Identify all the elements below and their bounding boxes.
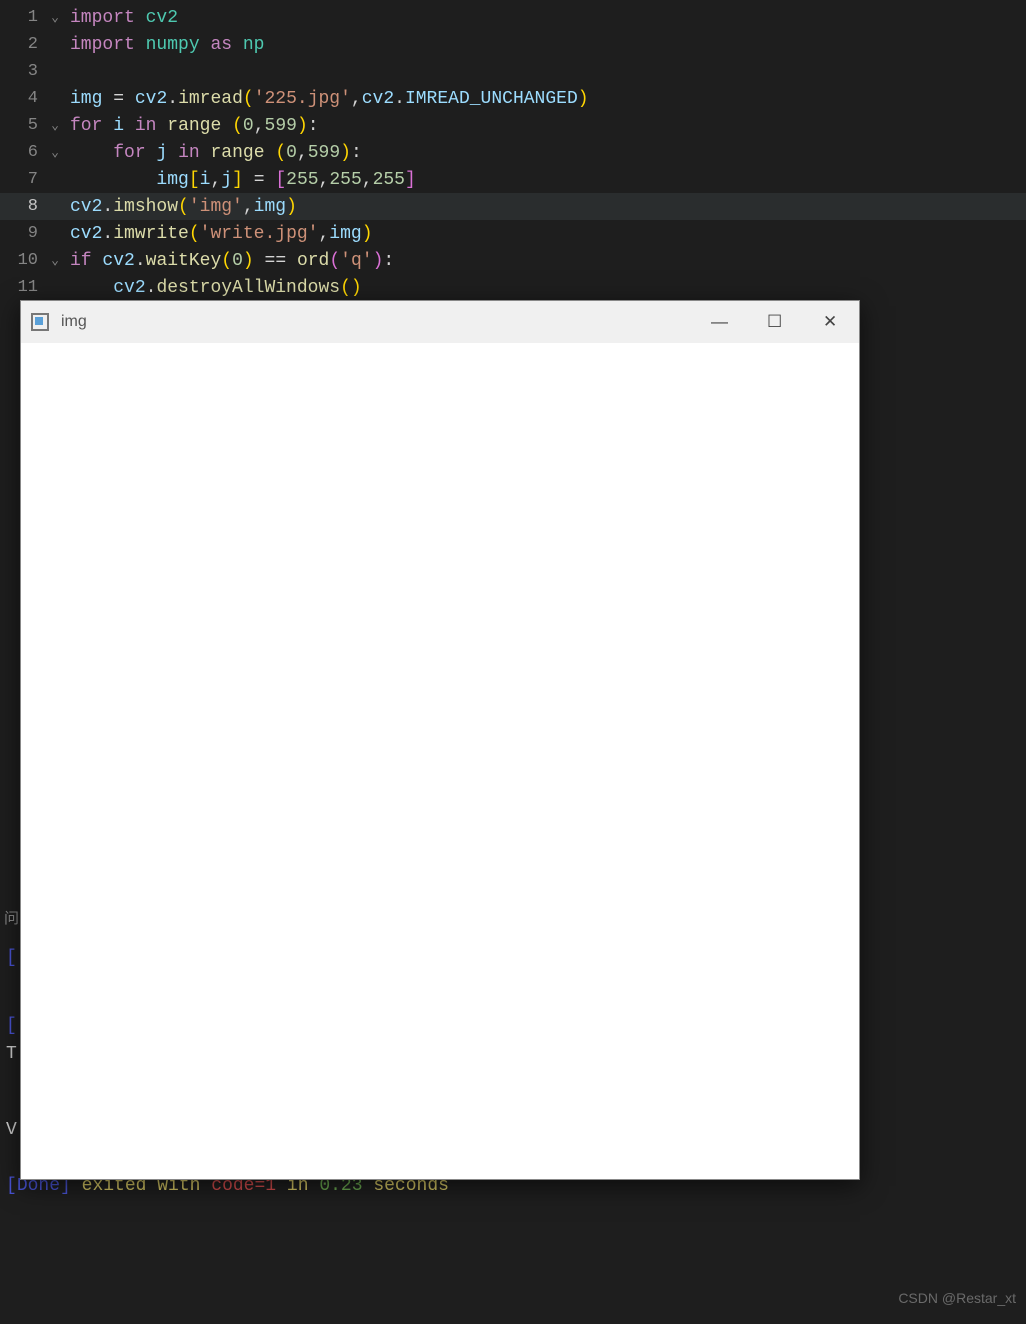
cv2-window[interactable]: img — ☐ ✕ bbox=[20, 300, 860, 1180]
line-number: 9 bbox=[0, 224, 44, 243]
line-number: 8 bbox=[0, 197, 44, 216]
line-number: 4 bbox=[0, 89, 44, 108]
code-content[interactable]: for j in range (0,599): bbox=[66, 143, 362, 163]
window-titlebar[interactable]: img — ☐ ✕ bbox=[21, 301, 859, 343]
code-content[interactable]: import numpy as np bbox=[66, 35, 264, 55]
window-icon bbox=[31, 313, 49, 331]
fold-icon[interactable]: ⌄ bbox=[44, 10, 66, 25]
close-button[interactable]: ✕ bbox=[823, 315, 837, 329]
fold-icon[interactable]: ⌄ bbox=[44, 253, 66, 268]
line-number: 7 bbox=[0, 170, 44, 189]
code-line[interactable]: 3 bbox=[0, 58, 1026, 85]
code-line[interactable]: 1⌄import cv2 bbox=[0, 4, 1026, 31]
code-content[interactable]: cv2.imwrite('write.jpg',img) bbox=[66, 224, 373, 244]
bracket: [ bbox=[6, 1176, 17, 1196]
image-canvas bbox=[21, 343, 859, 1179]
watermark: CSDN @Restar_xt bbox=[898, 1290, 1016, 1306]
line-number: 5 bbox=[0, 116, 44, 135]
window-title: img bbox=[61, 313, 87, 331]
code-content[interactable]: img = cv2.imread('225.jpg',cv2.IMREAD_UN… bbox=[66, 89, 589, 109]
bracket: [ bbox=[6, 1016, 17, 1036]
code-content[interactable]: img[i,j] = [255,255,255] bbox=[66, 170, 416, 190]
code-line[interactable]: 5⌄for i in range (0,599): bbox=[0, 112, 1026, 139]
code-line[interactable]: 2 import numpy as np bbox=[0, 31, 1026, 58]
code-content[interactable]: import cv2 bbox=[66, 8, 178, 28]
line-number: 10 bbox=[0, 251, 44, 270]
line-number: 2 bbox=[0, 35, 44, 54]
code-line[interactable]: 9 cv2.imwrite('write.jpg',img) bbox=[0, 220, 1026, 247]
minimize-button[interactable]: — bbox=[711, 315, 725, 329]
code-line[interactable]: 10⌄if cv2.waitKey(0) == ord('q'): bbox=[0, 247, 1026, 274]
code-line[interactable]: 11 cv2.destroyAllWindows() bbox=[0, 274, 1026, 301]
line-number: 1 bbox=[0, 8, 44, 27]
fold-icon[interactable]: ⌄ bbox=[44, 118, 66, 133]
code-line[interactable]: 6⌄ for j in range (0,599): bbox=[0, 139, 1026, 166]
line-number: 6 bbox=[0, 143, 44, 162]
terminal-text: T bbox=[6, 1044, 17, 1064]
code-editor[interactable]: 1⌄import cv22import numpy as np34img = c… bbox=[0, 0, 1026, 301]
code-line[interactable]: 7 img[i,j] = [255,255,255] bbox=[0, 166, 1026, 193]
code-content[interactable]: if cv2.waitKey(0) == ord('q'): bbox=[66, 251, 394, 271]
maximize-button[interactable]: ☐ bbox=[767, 315, 781, 329]
code-line[interactable]: 8 cv2.imshow('img',img) bbox=[0, 193, 1026, 220]
code-line[interactable]: 4 img = cv2.imread('225.jpg',cv2.IMREAD_U… bbox=[0, 85, 1026, 112]
line-number: 3 bbox=[0, 62, 44, 81]
code-content[interactable]: for i in range (0,599): bbox=[66, 116, 319, 136]
line-number: 11 bbox=[0, 278, 44, 297]
code-content[interactable]: cv2.destroyAllWindows() bbox=[66, 278, 362, 298]
fold-icon[interactable]: ⌄ bbox=[44, 145, 66, 160]
code-content[interactable]: cv2.imshow('img',img) bbox=[66, 197, 297, 217]
bracket: [ bbox=[6, 948, 17, 968]
